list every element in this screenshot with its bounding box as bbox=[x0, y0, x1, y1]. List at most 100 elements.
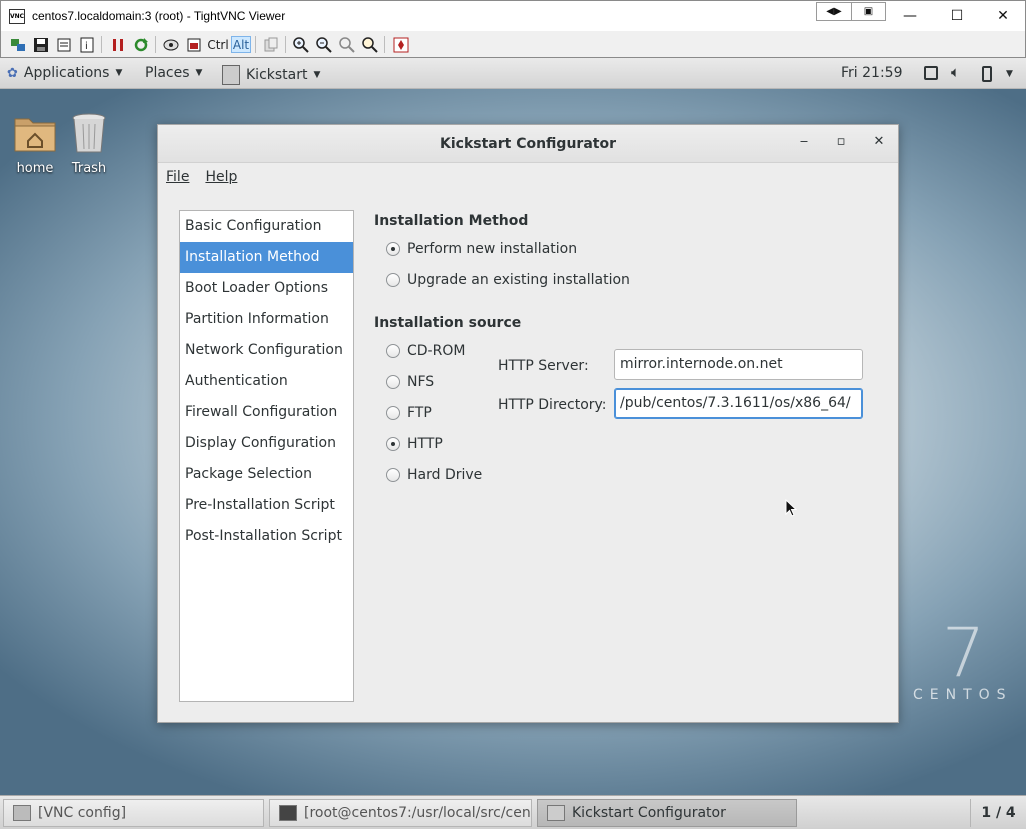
taskbar-item-label: [VNC config] bbox=[38, 805, 127, 821]
taskbar-item-vnc-config[interactable]: [VNC config] bbox=[3, 799, 264, 827]
radio-unselected-icon bbox=[386, 468, 400, 482]
installation-method-heading: Installation Method bbox=[374, 213, 529, 229]
category-firewall-configuration[interactable]: Firewall Configuration bbox=[180, 397, 353, 428]
vnc-toolbar: i Ctrl Alt bbox=[0, 31, 1026, 58]
taskbar-item-kickstart[interactable]: Kickstart Configurator bbox=[537, 799, 797, 827]
zoom-100-icon[interactable] bbox=[338, 36, 355, 53]
ctrl-esc-icon[interactable] bbox=[185, 36, 202, 53]
mouse-pointer-icon bbox=[785, 499, 797, 517]
new-connection-icon[interactable] bbox=[9, 36, 26, 53]
system-menu-caret-icon[interactable]: ▼ bbox=[1006, 69, 1013, 79]
http-directory-label: HTTP Directory: bbox=[498, 397, 607, 413]
gnome-bottom-panel: [VNC config] [root@centos7:/usr/local/sr… bbox=[0, 795, 1026, 829]
svg-text:i: i bbox=[85, 41, 88, 52]
clipboard-icon[interactable] bbox=[262, 36, 279, 53]
perform-new-installation-radio[interactable]: Perform new installation bbox=[386, 241, 577, 257]
screen-icon[interactable] bbox=[924, 66, 938, 80]
maximize-button[interactable]: ☐ bbox=[934, 1, 980, 31]
upgrade-existing-installation-radio[interactable]: Upgrade an existing installation bbox=[386, 272, 630, 288]
source-cdrom-radio[interactable]: CD-ROM bbox=[386, 343, 465, 359]
ks-maximize-icon[interactable]: ▫ bbox=[831, 134, 851, 152]
places-menu[interactable]: Places ▼ bbox=[145, 65, 202, 81]
workspace-switcher[interactable]: 1 / 4 bbox=[970, 799, 1026, 827]
info-icon[interactable]: i bbox=[78, 36, 95, 53]
window-icon bbox=[13, 805, 31, 821]
centos-branding-word: CENTOS bbox=[913, 687, 1013, 703]
clock[interactable]: Fri 21:59 bbox=[841, 65, 902, 81]
terminal-icon bbox=[279, 805, 297, 821]
kickstart-menubar: File Help bbox=[158, 163, 898, 191]
category-network-configuration[interactable]: Network Configuration bbox=[180, 335, 353, 366]
trash-icon-label: Trash bbox=[71, 161, 107, 176]
kickstart-window-title: Kickstart Configurator bbox=[440, 136, 616, 152]
source-hard-drive-radio[interactable]: Hard Drive bbox=[386, 467, 482, 483]
active-app-menu[interactable]: Kickstart ▼ bbox=[222, 65, 320, 85]
volume-icon[interactable]: 🔈︎ bbox=[951, 63, 960, 81]
radio-label: CD-ROM bbox=[407, 343, 466, 359]
options-icon[interactable] bbox=[55, 36, 72, 53]
zoom-out-icon[interactable] bbox=[315, 36, 332, 53]
alt-key-button[interactable]: Alt bbox=[231, 36, 251, 53]
category-pre-installation-script[interactable]: Pre-Installation Script bbox=[180, 490, 353, 521]
vnc-app-icon: VNC bbox=[9, 9, 25, 24]
category-authentication[interactable]: Authentication bbox=[180, 366, 353, 397]
source-nfs-radio[interactable]: NFS bbox=[386, 374, 434, 390]
category-basic-configuration[interactable]: Basic Configuration bbox=[180, 211, 353, 242]
http-directory-input[interactable]: /pub/centos/7.3.1611/os/x86_64/ bbox=[614, 388, 863, 419]
trash-icon bbox=[66, 111, 112, 155]
radio-label: NFS bbox=[407, 374, 435, 390]
pause-icon[interactable] bbox=[109, 36, 126, 53]
zoom-auto-icon[interactable] bbox=[361, 36, 378, 53]
help-menu[interactable]: Help bbox=[197, 163, 245, 191]
home-folder-icon bbox=[12, 111, 58, 155]
source-http-radio[interactable]: HTTP bbox=[386, 436, 443, 452]
radio-label: FTP bbox=[407, 405, 432, 421]
zoom-in-icon[interactable] bbox=[292, 36, 309, 53]
applications-menu-label: Applications bbox=[23, 65, 110, 81]
vnc-extra-buttons: ◀▶ ▣ bbox=[816, 2, 886, 21]
arrows-icon[interactable]: ◀▶ bbox=[817, 3, 851, 20]
caret-down-icon: ▼ bbox=[115, 68, 123, 78]
ctrl-key-button[interactable]: Ctrl bbox=[207, 36, 229, 53]
radio-unselected-icon bbox=[386, 406, 400, 420]
home-icon-label: home bbox=[16, 161, 54, 176]
category-boot-loader-options[interactable]: Boot Loader Options bbox=[180, 273, 353, 304]
category-post-installation-script[interactable]: Post-Installation Script bbox=[180, 521, 353, 552]
radio-selected-icon bbox=[386, 437, 400, 451]
gnome-foot-icon: ✿ bbox=[7, 65, 18, 81]
category-list: Basic Configuration Installation Method … bbox=[179, 210, 354, 702]
save-icon[interactable] bbox=[32, 36, 49, 53]
file-menu[interactable]: File bbox=[158, 163, 197, 191]
vnc-window-titlebar: VNC centos7.localdomain:3 (root) - Tight… bbox=[0, 0, 1026, 31]
vnc-window-title: centos7.localdomain:3 (root) - TightVNC … bbox=[32, 9, 286, 23]
radio-label: Hard Drive bbox=[407, 467, 483, 483]
window-toggle-icon[interactable]: ▣ bbox=[851, 3, 885, 20]
home-desktop-icon[interactable]: home bbox=[5, 111, 65, 176]
trash-desktop-icon[interactable]: Trash bbox=[59, 111, 119, 176]
category-display-configuration[interactable]: Display Configuration bbox=[180, 428, 353, 459]
installation-method-panel: Installation Method Perform new installa… bbox=[374, 210, 884, 710]
category-installation-method[interactable]: Installation Method bbox=[180, 242, 353, 273]
refresh-icon[interactable] bbox=[132, 36, 149, 53]
radio-label: Perform new installation bbox=[407, 241, 578, 257]
fullscreen-icon[interactable] bbox=[392, 36, 409, 53]
ks-close-icon[interactable]: ✕ bbox=[869, 134, 889, 152]
source-ftp-radio[interactable]: FTP bbox=[386, 405, 432, 421]
kickstart-titlebar[interactable]: Kickstart Configurator ‒ ▫ ✕ bbox=[158, 125, 898, 163]
gnome-top-panel: ✿ Applications ▼ Places ▼ Kickstart ▼ Fr… bbox=[0, 58, 1026, 89]
kickstart-app-icon bbox=[547, 805, 565, 821]
battery-icon[interactable] bbox=[982, 66, 992, 82]
category-partition-information[interactable]: Partition Information bbox=[180, 304, 353, 335]
taskbar-item-terminal[interactable]: [root@centos7:/usr/local/src/cent... bbox=[269, 799, 532, 827]
minimize-button[interactable]: — bbox=[887, 1, 933, 31]
ks-minimize-icon[interactable]: ‒ bbox=[794, 134, 814, 152]
radio-unselected-icon bbox=[386, 273, 400, 287]
ctrl-alt-del-icon[interactable] bbox=[162, 36, 179, 53]
close-button[interactable]: ✕ bbox=[980, 1, 1026, 31]
applications-menu[interactable]: ✿ Applications ▼ bbox=[7, 65, 122, 81]
http-server-input[interactable]: mirror.internode.on.net bbox=[614, 349, 863, 380]
radio-unselected-icon bbox=[386, 344, 400, 358]
kickstart-app-icon bbox=[222, 65, 240, 85]
kickstart-window: Kickstart Configurator ‒ ▫ ✕ File Help B… bbox=[157, 124, 899, 723]
category-package-selection[interactable]: Package Selection bbox=[180, 459, 353, 490]
